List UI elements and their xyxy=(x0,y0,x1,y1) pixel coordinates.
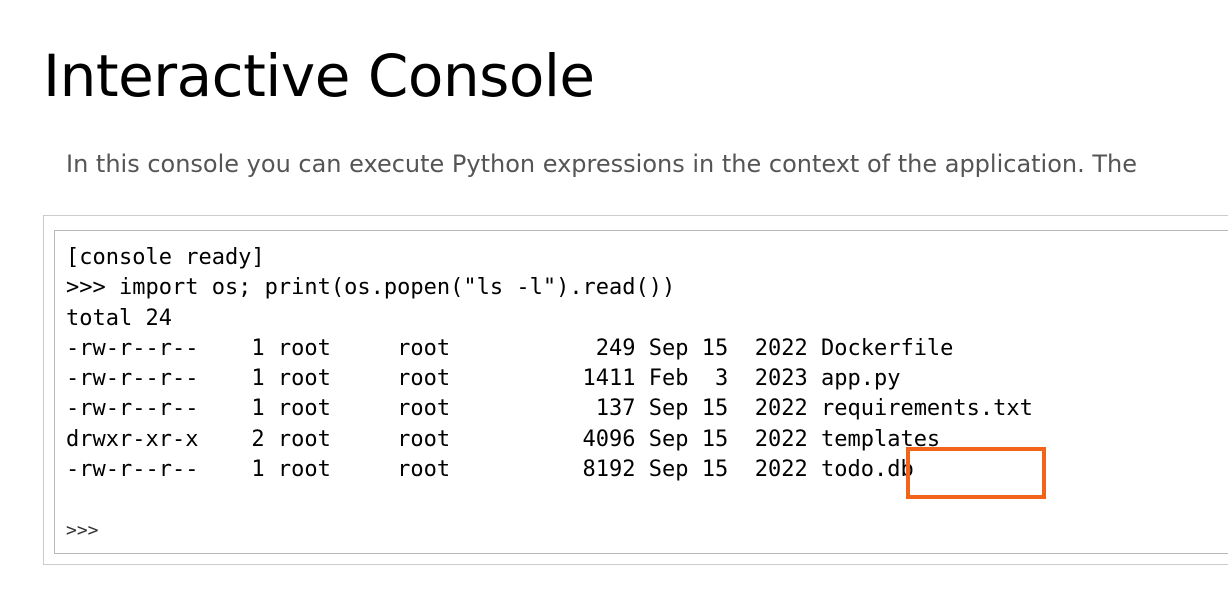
file-listing-row: -rw-r--r-- 1 root root 1411 Feb 3 2023 a… xyxy=(66,366,901,392)
file-listing-row: -rw-r--r-- 1 root root 137 Sep 15 2022 r… xyxy=(66,396,1033,422)
console-line: total 24 xyxy=(66,305,172,331)
console-container: [console ready] >>> import os; print(os.p… xyxy=(43,215,1228,565)
page-title: Interactive Console xyxy=(43,42,595,110)
console-input[interactable] xyxy=(104,517,1105,543)
file-listing-row: drwxr-xr-x 2 root root 4096 Sep 15 2022 … xyxy=(66,426,941,452)
file-listing-row: -rw-r--r-- 1 root root 8192 Sep 15 2022 … xyxy=(66,457,914,483)
console-intro-text: In this console you can execute Python e… xyxy=(66,150,1138,178)
console-box[interactable]: [console ready] >>> import os; print(os.p… xyxy=(54,230,1228,554)
console-prompt: >>> xyxy=(66,519,99,541)
console-prompt-row: >>> xyxy=(66,517,1105,543)
console-line: >>> import os; print(os.popen("ls -l").r… xyxy=(66,275,676,301)
console-line: [console ready] xyxy=(66,245,265,270)
console-output: [console ready] >>> import os; print(os.p… xyxy=(66,243,1033,485)
file-listing-row: -rw-r--r-- 1 root root 249 Sep 15 2022 D… xyxy=(66,335,954,361)
